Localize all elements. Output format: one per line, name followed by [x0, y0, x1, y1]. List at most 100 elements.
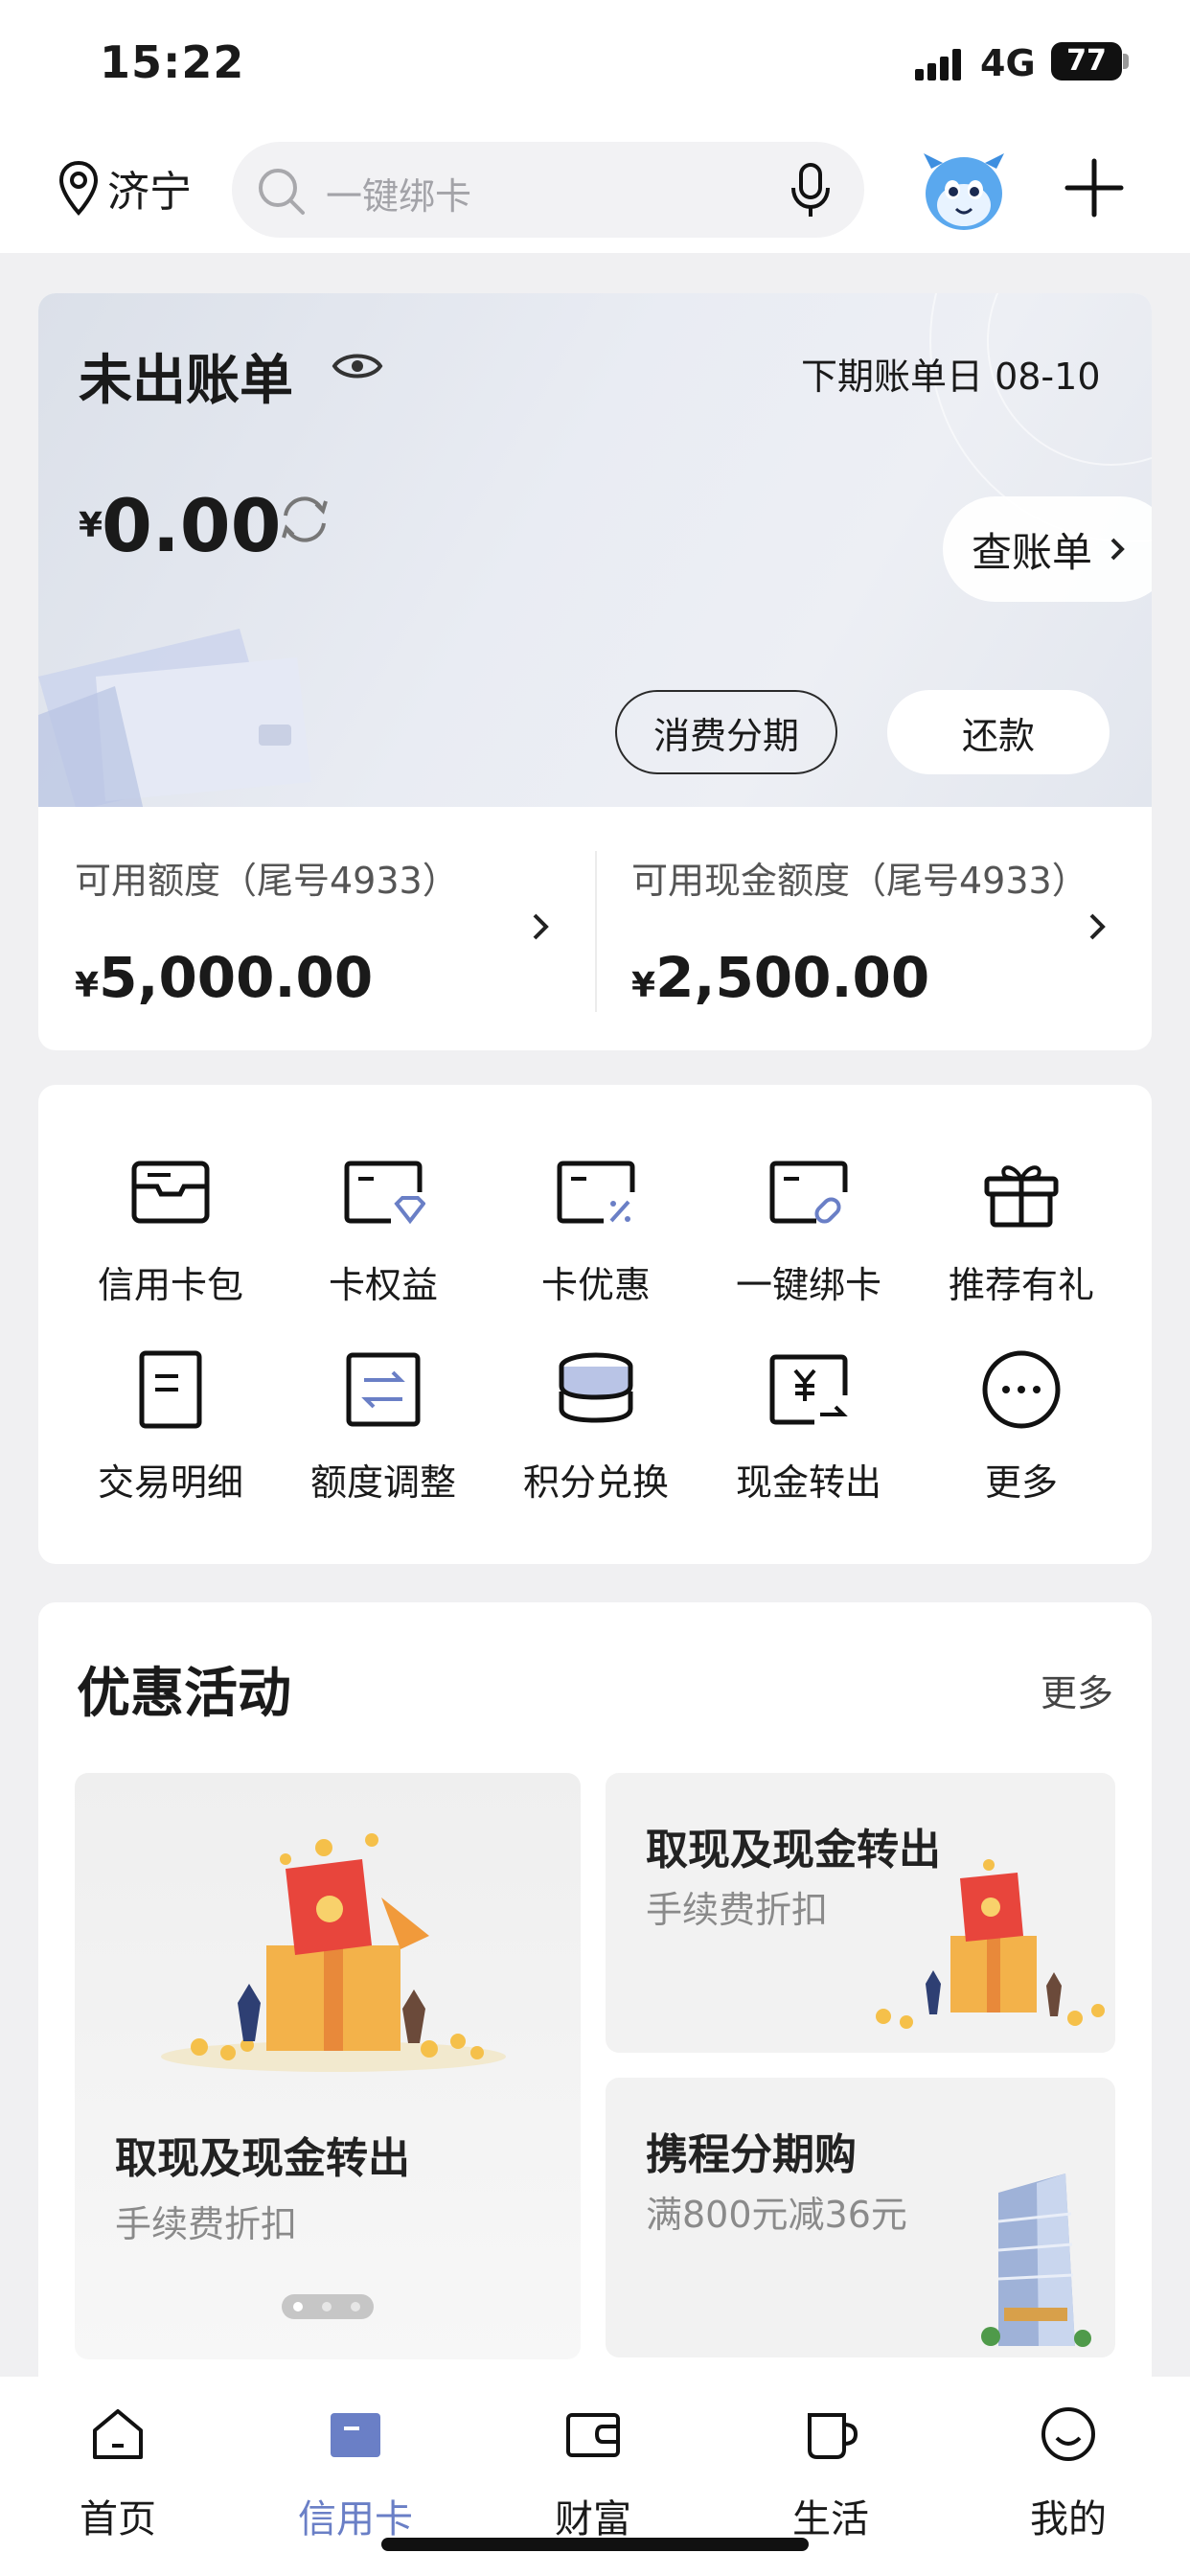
card-discount-icon [557, 1161, 635, 1224]
credit-cards-illustration [38, 629, 311, 807]
menu-label: 一键绑卡 [735, 1264, 881, 1306]
more-icon [982, 1350, 1061, 1429]
tab-profile[interactable]: 我的 [996, 2405, 1140, 2549]
status-bar: 15:22 4G 77 [0, 0, 1190, 126]
location-label: 济宁 [107, 168, 192, 217]
menu-card-benefits[interactable]: 卡权益 [272, 1150, 494, 1342]
credit-card-icon [331, 2413, 380, 2457]
installment-button[interactable]: 消费分期 [615, 690, 837, 774]
quick-menu: 信用卡包 卡权益 卡优惠 一键绑卡 推荐有礼 交易明细 额度调整 积分兑换 现金… [38, 1085, 1152, 1564]
tab-life[interactable]: 生活 [759, 2405, 903, 2549]
cash-limit-label: 可用现金额度（尾号4933） [631, 860, 1088, 902]
gift-icon [984, 1165, 1059, 1228]
promo-subtitle: 手续费折扣 [646, 1889, 829, 1931]
currency-symbol: ¥ [75, 966, 100, 1005]
menu-card-discount[interactable]: 卡优惠 [485, 1150, 707, 1342]
menu-label: 卡优惠 [540, 1264, 651, 1306]
chevron-right-icon [1089, 913, 1106, 940]
card-wallet-icon [131, 1161, 210, 1224]
battery-cap [1123, 54, 1129, 69]
microphone-icon[interactable] [788, 161, 834, 220]
gift-box-illustration [876, 1859, 1105, 2029]
location-pin-icon [58, 160, 99, 216]
search-icon [259, 169, 305, 215]
menu-more[interactable]: 更多 [910, 1347, 1133, 1539]
wallet-icon [566, 2413, 620, 2457]
hotel-building-illustration [981, 2174, 1091, 2347]
menu-transaction-details[interactable]: 交易明细 [59, 1347, 282, 1539]
promo-banner-featured[interactable]: 取现及现金转出 手续费折扣 [75, 1773, 581, 2359]
search-input[interactable]: 一键绑卡 [232, 142, 864, 238]
coins-stack-icon [559, 1352, 633, 1423]
menu-referral-gift[interactable]: 推荐有礼 [910, 1150, 1133, 1342]
card-benefits-icon [344, 1161, 425, 1225]
menu-points-exchange[interactable]: 积分兑换 [485, 1347, 707, 1539]
location-selector[interactable]: 济宁 [57, 157, 192, 218]
promo-title: 取现及现金转出 [115, 2134, 410, 2183]
view-bill-button[interactable]: 查账单 [943, 496, 1152, 602]
menu-credit-card-wallet[interactable]: 信用卡包 [59, 1150, 282, 1342]
bill-title: 未出账单 [79, 350, 293, 412]
transfer-icon [346, 1352, 421, 1427]
available-limit-amount: 5,000.00 [99, 945, 374, 1010]
tab-home[interactable]: 首页 [46, 2405, 190, 2549]
menu-label: 交易明细 [97, 1461, 243, 1504]
menu-label: 更多 [984, 1461, 1058, 1504]
gift-box-illustration [161, 1833, 506, 2072]
cash-out-icon [769, 1354, 848, 1425]
menu-label: 积分兑换 [522, 1461, 669, 1504]
available-limit[interactable]: 可用额度（尾号4933） ¥5,000.00 [38, 807, 595, 1050]
top-header: 济宁 一键绑卡 [0, 126, 1190, 253]
promo-subtitle: 手续费折扣 [115, 2203, 298, 2245]
available-limit-value: ¥5,000.00 [75, 945, 373, 1010]
menu-label: 额度调整 [309, 1461, 456, 1504]
menu-one-click-bind[interactable]: 一键绑卡 [698, 1150, 920, 1342]
tab-label: 信用卡 [298, 2497, 413, 2542]
menu-label: 推荐有礼 [948, 1264, 1094, 1306]
available-limit-label: 可用额度（尾号4933） [75, 860, 459, 902]
refresh-icon[interactable] [276, 491, 333, 548]
menu-label: 信用卡包 [97, 1264, 243, 1306]
status-time: 15:22 [100, 36, 245, 88]
cash-limit[interactable]: 可用现金额度（尾号4933） ¥2,500.00 [595, 807, 1152, 1050]
cup-icon [808, 2413, 858, 2459]
card-link-icon [769, 1161, 848, 1224]
bill-amount: 0.00 [102, 483, 282, 568]
chevron-right-icon [1110, 538, 1125, 561]
home-icon [93, 2409, 143, 2459]
tab-credit-card[interactable]: 信用卡 [284, 2405, 427, 2549]
currency-symbol: ¥ [631, 966, 656, 1005]
mascot-avatar[interactable] [918, 148, 1010, 236]
next-bill-date: 下期账单日 08-10 [801, 356, 1101, 398]
menu-label: 现金转出 [735, 1461, 881, 1504]
promo-title: 携程分期购 [646, 2130, 857, 2179]
home-indicator[interactable] [381, 2538, 809, 2551]
currency-symbol: ¥ [79, 506, 103, 545]
tab-wealth[interactable]: 财富 [521, 2405, 665, 2549]
carousel-dots [282, 2294, 374, 2319]
chevron-right-icon [533, 913, 549, 940]
promo-item[interactable]: 取现及现金转出 手续费折扣 [606, 1773, 1115, 2053]
bill-card: 未出账单 下期账单日 08-10 ¥ 0.00 查账单 消费分期 还款 可用额度… [38, 293, 1152, 1050]
promo-more-link[interactable]: 更多 [1041, 1664, 1113, 1716]
bill-summary: 未出账单 下期账单日 08-10 ¥ 0.00 查账单 消费分期 还款 [38, 293, 1152, 807]
document-icon [139, 1350, 202, 1429]
cash-limit-amount: 2,500.00 [655, 945, 930, 1010]
tab-label: 财富 [555, 2497, 631, 2542]
plus-icon[interactable] [1064, 157, 1125, 218]
eye-icon[interactable] [332, 347, 383, 385]
battery-icon: 77 [1051, 42, 1122, 80]
tab-label: 首页 [80, 2497, 156, 2542]
view-bill-label: 查账单 [972, 528, 1093, 576]
menu-limit-adjustment[interactable]: 额度调整 [272, 1347, 494, 1539]
tab-label: 生活 [792, 2497, 869, 2542]
menu-cash-out[interactable]: 现金转出 [698, 1347, 920, 1539]
repay-button[interactable]: 还款 [887, 690, 1110, 774]
promo-item[interactable]: 携程分期购 满800元减36元 [606, 2078, 1115, 2358]
search-placeholder: 一键绑卡 [326, 175, 472, 218]
tab-label: 我的 [1030, 2497, 1107, 2542]
promo-subtitle: 满800元减36元 [646, 2194, 907, 2236]
section-title: 优惠活动 [77, 1663, 291, 1725]
network-label: 4G [980, 42, 1036, 84]
signal-icon [915, 48, 963, 80]
